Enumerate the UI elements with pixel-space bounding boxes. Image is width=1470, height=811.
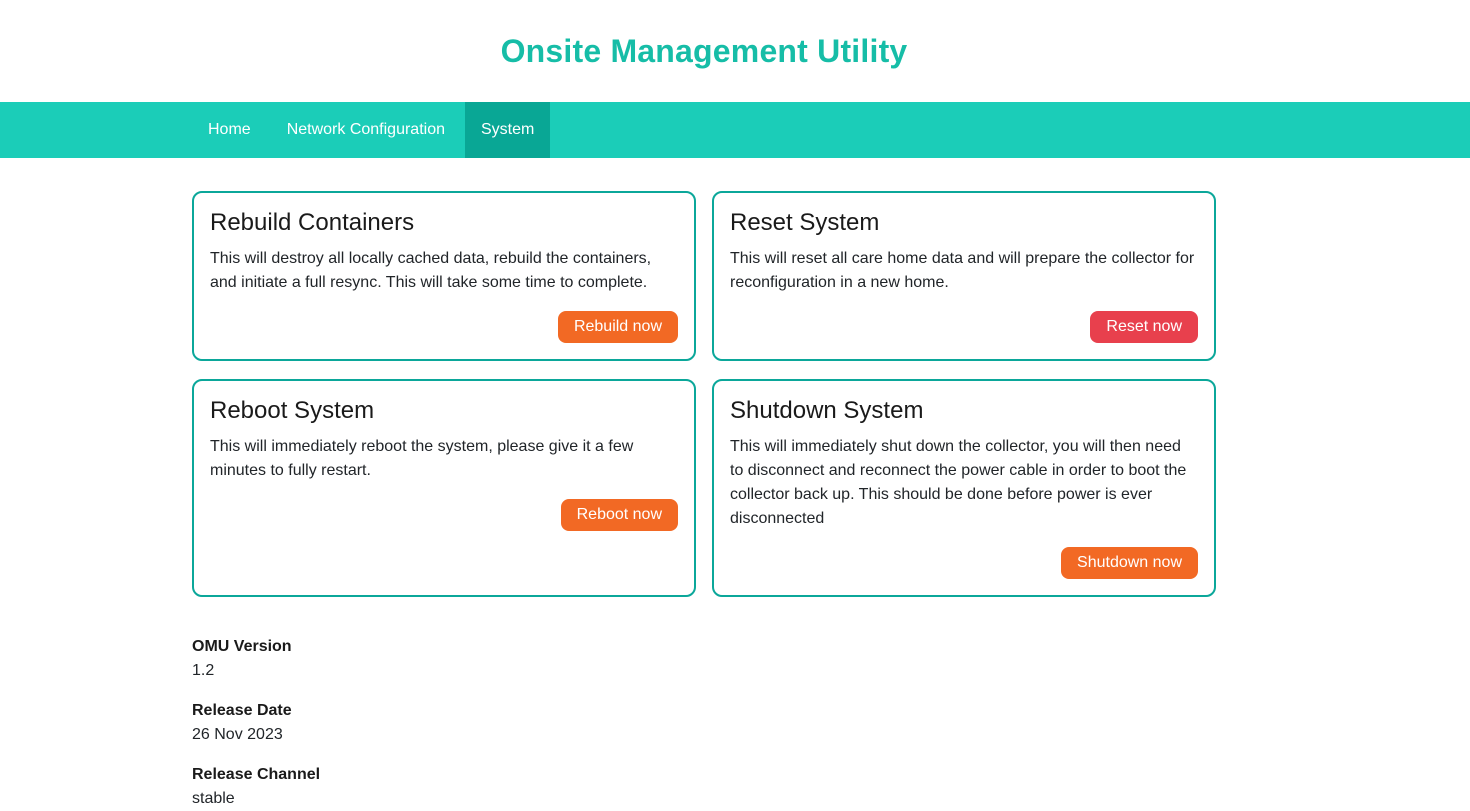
reboot-now-button[interactable]: Reboot now xyxy=(561,499,678,531)
info-value: 26 Nov 2023 xyxy=(192,723,1216,747)
card-button-row: Reboot now xyxy=(210,499,678,531)
shutdown-now-button[interactable]: Shutdown now xyxy=(1061,547,1198,579)
card-shutdown-system: Shutdown System This will immediately sh… xyxy=(712,379,1216,597)
nav-list: Home Network Configuration System xyxy=(0,102,554,158)
card-description: This will immediately shut down the coll… xyxy=(730,435,1198,531)
card-title: Reboot System xyxy=(210,397,678,425)
card-description: This will reset all care home data and w… xyxy=(730,247,1198,295)
card-description: This will destroy all locally cached dat… xyxy=(210,247,678,295)
info-omu-version: OMU Version 1.2 xyxy=(192,635,1216,683)
info-release-channel: Release Channel stable xyxy=(192,763,1216,811)
card-button-row: Shutdown now xyxy=(730,547,1198,579)
card-description: This will immediately reboot the system,… xyxy=(210,435,678,483)
reset-now-button[interactable]: Reset now xyxy=(1090,311,1198,343)
info-value: stable xyxy=(192,787,1216,811)
page-header: Onsite Management Utility xyxy=(0,0,1470,102)
card-button-row: Reset now xyxy=(730,311,1198,343)
card-reboot-system: Reboot System This will immediately rebo… xyxy=(192,379,696,597)
nav-item-network-configuration[interactable]: Network Configuration xyxy=(271,102,461,158)
card-title: Rebuild Containers xyxy=(210,209,678,237)
info-release-date: Release Date 26 Nov 2023 xyxy=(192,699,1216,747)
version-info: OMU Version 1.2 Release Date 26 Nov 2023… xyxy=(192,635,1216,811)
page-title: Onsite Management Utility xyxy=(0,33,1408,70)
main-navbar: Home Network Configuration System xyxy=(0,102,1470,158)
card-grid: Rebuild Containers This will destroy all… xyxy=(192,191,1216,597)
rebuild-now-button[interactable]: Rebuild now xyxy=(558,311,678,343)
card-title: Reset System xyxy=(730,209,1198,237)
nav-item-system[interactable]: System xyxy=(465,102,550,158)
info-label: Release Date xyxy=(192,699,1216,723)
nav-item-home[interactable]: Home xyxy=(192,102,267,158)
card-rebuild-containers: Rebuild Containers This will destroy all… xyxy=(192,191,696,361)
card-reset-system: Reset System This will reset all care ho… xyxy=(712,191,1216,361)
info-label: Release Channel xyxy=(192,763,1216,787)
info-value: 1.2 xyxy=(192,659,1216,683)
card-button-row: Rebuild now xyxy=(210,311,678,343)
card-title: Shutdown System xyxy=(730,397,1198,425)
info-label: OMU Version xyxy=(192,635,1216,659)
main-content: Rebuild Containers This will destroy all… xyxy=(192,191,1216,597)
